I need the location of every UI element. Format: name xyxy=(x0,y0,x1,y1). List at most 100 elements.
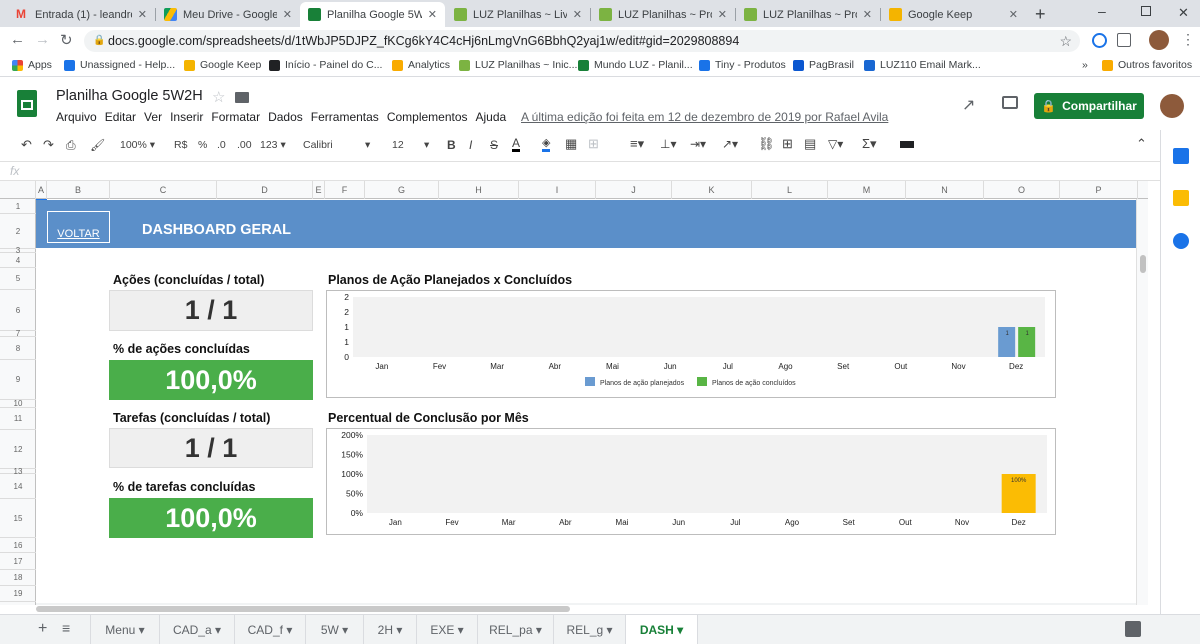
star-icon[interactable]: ☆ xyxy=(1059,30,1072,52)
text-rotation-icon[interactable]: ↗▾ xyxy=(722,137,738,151)
column-header[interactable]: L xyxy=(752,181,828,199)
other-bookmarks[interactable]: Outros favoritos xyxy=(1102,59,1192,71)
text-wrap-icon[interactable]: ⇥▾ xyxy=(690,137,706,151)
menu-editar[interactable]: Editar xyxy=(105,110,136,124)
url-input[interactable]: 🔒 docs.google.com/spreadsheets/d/1tWbJP5… xyxy=(84,30,1080,52)
share-button[interactable]: 🔒 Compartilhar xyxy=(1034,93,1144,119)
row-header[interactable]: 8 xyxy=(0,337,36,360)
font-select[interactable]: Calibri ▾ xyxy=(303,139,373,151)
link-icon[interactable]: ⛓ xyxy=(758,136,775,152)
italic-icon[interactable]: I xyxy=(469,138,472,152)
print-icon[interactable]: ⎙ xyxy=(66,138,76,153)
column-header[interactable]: K xyxy=(672,181,752,199)
bookmarks-overflow-icon[interactable]: » xyxy=(1082,59,1088,71)
close-icon[interactable]: ✕ xyxy=(863,8,872,21)
sheet-grid[interactable]: VOLTAR DASHBOARD GERAL Ações (concluídas… xyxy=(36,199,1148,605)
row-header[interactable]: 16 xyxy=(0,538,36,553)
extension-icon[interactable] xyxy=(1092,33,1107,48)
row-header[interactable]: 18 xyxy=(0,570,36,586)
voltar-button[interactable]: VOLTAR xyxy=(47,211,110,243)
collapse-menu-icon[interactable]: ⌃ xyxy=(1136,136,1147,152)
sheet-tab-rel-pa[interactable]: REL_pa ▾ xyxy=(478,615,554,644)
currency-button[interactable]: R$ xyxy=(174,139,187,151)
activity-trend-icon[interactable]: ↗ xyxy=(962,95,975,115)
comment-icon[interactable]: ⊞ xyxy=(782,136,793,152)
keyboard-icon[interactable] xyxy=(900,141,914,148)
sheet-tab-2h[interactable]: 2H ▾ xyxy=(364,615,417,644)
fill-color-icon[interactable]: ◈ xyxy=(542,137,551,152)
menu-formatar[interactable]: Formatar xyxy=(211,110,260,124)
close-icon[interactable]: ✕ xyxy=(428,8,437,21)
row-header[interactable]: 6 xyxy=(0,290,36,331)
row-header[interactable]: 1 xyxy=(0,199,36,214)
row-header[interactable]: 17 xyxy=(0,553,36,570)
sheet-tab-cad-a[interactable]: CAD_a ▾ xyxy=(160,615,235,644)
sheet-tab-rel-g[interactable]: REL_g ▾ xyxy=(554,615,626,644)
add-sheet-icon[interactable]: + xyxy=(38,620,47,638)
column-header[interactable]: G xyxy=(365,181,439,199)
more-formats-select[interactable]: 123 ▾ xyxy=(260,139,286,151)
comments-icon[interactable] xyxy=(1002,96,1018,109)
forward-icon[interactable]: → xyxy=(35,31,50,48)
close-icon[interactable]: ✕ xyxy=(283,8,292,21)
borders-icon[interactable]: ▦ xyxy=(565,136,577,152)
column-header[interactable]: I xyxy=(519,181,596,199)
menu-ferramentas[interactable]: Ferramentas xyxy=(311,110,379,124)
explore-icon[interactable] xyxy=(1125,621,1141,637)
menu-ajuda[interactable]: Ajuda xyxy=(476,110,507,124)
row-header[interactable]: 11 xyxy=(0,408,36,430)
document-title[interactable]: Planilha Google 5W2H xyxy=(56,88,203,104)
row-header[interactable]: 10 xyxy=(0,399,36,408)
sheet-tab-exe[interactable]: EXE ▾ xyxy=(417,615,478,644)
row-header[interactable]: 14 xyxy=(0,474,36,499)
back-icon[interactable]: ← xyxy=(10,31,25,48)
last-edit-link[interactable]: A última edição foi feita em 12 de dezem… xyxy=(521,110,888,124)
bookmark-item[interactable]: Google Keep xyxy=(184,59,261,71)
bookmark-item[interactable]: PagBrasil xyxy=(793,59,854,71)
keep-icon[interactable] xyxy=(1173,190,1189,206)
browser-tab-luz-produtos-1[interactable]: LUZ Planilhas ~ Produt✕ xyxy=(591,2,735,27)
bookmark-item[interactable]: Início - Painel do C... xyxy=(269,59,382,71)
decrease-decimal-button[interactable]: .0 xyxy=(217,139,226,151)
zoom-select[interactable]: 100% ▾ xyxy=(120,139,155,151)
row-header[interactable]: 19 xyxy=(0,586,36,602)
bookmark-item[interactable]: LUZ Planilhas ~ Inic... xyxy=(459,59,577,71)
sheet-tab-5w[interactable]: 5W ▾ xyxy=(306,615,364,644)
tasks-icon[interactable] xyxy=(1173,233,1189,249)
row-header[interactable]: 5 xyxy=(0,268,36,290)
profile-avatar[interactable] xyxy=(1149,30,1169,50)
close-icon[interactable]: ✕ xyxy=(138,8,147,21)
menu-complementos[interactable]: Complementos xyxy=(387,110,468,124)
bookmark-item[interactable]: Unassigned - Help... xyxy=(64,59,175,71)
sheet-tab-dash[interactable]: DASH ▾ xyxy=(626,615,698,644)
maximize-icon[interactable] xyxy=(1141,6,1151,16)
redo-icon[interactable]: ↷ xyxy=(43,137,54,153)
menu-ver[interactable]: Ver xyxy=(144,110,162,124)
undo-icon[interactable]: ↶ xyxy=(21,137,32,153)
calendar-icon[interactable] xyxy=(1173,148,1189,164)
avatar[interactable] xyxy=(1160,94,1184,118)
chart-icon[interactable]: ▤ xyxy=(804,136,816,152)
increase-decimal-button[interactable]: .00 xyxy=(237,139,252,151)
horizontal-scrollbar[interactable] xyxy=(36,603,1136,605)
menu-dados[interactable]: Dados xyxy=(268,110,303,124)
row-header[interactable]: 2 xyxy=(0,214,36,249)
star-icon[interactable]: ☆ xyxy=(212,88,225,106)
merge-cells-icon[interactable]: ⊞ xyxy=(588,136,599,152)
vertical-align-icon[interactable]: ⊥▾ xyxy=(660,137,676,151)
column-header[interactable]: P xyxy=(1060,181,1138,199)
folder-icon[interactable] xyxy=(235,92,249,103)
select-all-corner[interactable] xyxy=(0,181,36,199)
bookmark-apps[interactable]: Apps xyxy=(12,59,52,71)
sheets-logo-icon[interactable] xyxy=(17,90,37,117)
column-header[interactable]: O xyxy=(984,181,1060,199)
close-window-icon[interactable]: ✕ xyxy=(1178,5,1189,21)
new-tab-icon[interactable]: + xyxy=(1035,4,1046,25)
font-size-select[interactable]: 12 ▾ xyxy=(392,139,432,151)
browser-tab-drive[interactable]: Meu Drive - Google Dr✕ xyxy=(156,2,300,27)
browser-tab-gmail[interactable]: M Entrada (1) - leandro@✕ xyxy=(8,2,155,27)
column-header[interactable]: H xyxy=(439,181,519,199)
extension-icon[interactable] xyxy=(1117,33,1131,47)
chart-percentual[interactable]: 0% 50% 100% 150% 200% Jan Fev Mar Abr Mai Jun Jul Ag… xyxy=(326,428,1056,535)
column-header[interactable]: F xyxy=(325,181,365,199)
